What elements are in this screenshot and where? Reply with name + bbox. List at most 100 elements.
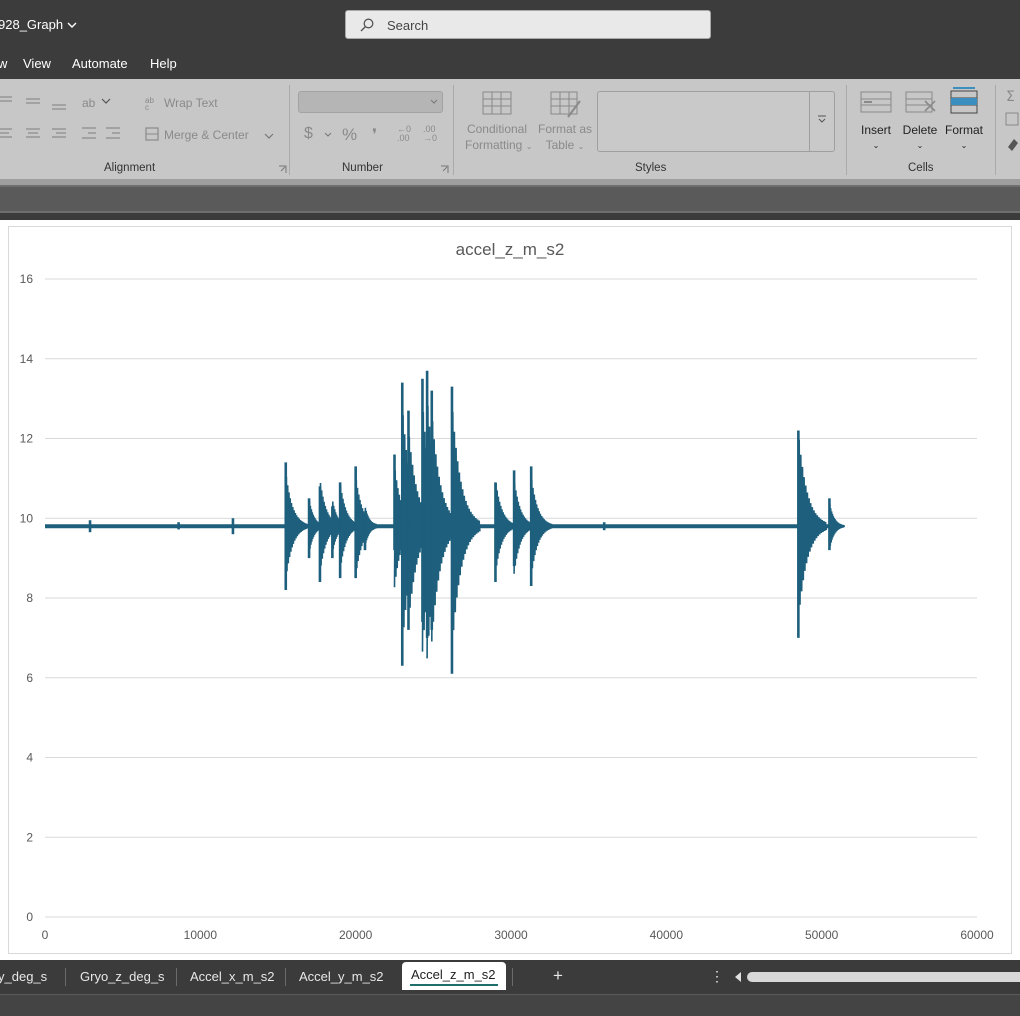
- currency-chevron-icon[interactable]: [324, 132, 332, 138]
- x-tick-label: 30000: [494, 928, 528, 942]
- increase-decimal-button[interactable]: ←0 .00: [397, 125, 417, 143]
- chevron-down-icon: ⌄: [577, 142, 585, 151]
- merge-center-button[interactable]: Merge & Center: [164, 128, 249, 142]
- x-tick-label: 10000: [184, 928, 218, 942]
- chevron-down-icon: ⌄: [960, 141, 968, 150]
- conditional-formatting-line2-text: Formatting: [465, 138, 523, 152]
- formula-bar-area: [0, 185, 1020, 213]
- menu-item-help[interactable]: Help: [150, 56, 177, 71]
- gallery-more-icon[interactable]: [817, 114, 827, 127]
- format-cells-icon: [950, 87, 978, 114]
- tab-sheet[interactable]: y_deg_s: [0, 969, 47, 984]
- currency-button[interactable]: $: [304, 125, 313, 143]
- format-button[interactable]: Format ⌄: [942, 122, 986, 154]
- indent-icons[interactable]: [80, 125, 125, 141]
- horizontal-scrollbar[interactable]: [733, 970, 1020, 984]
- percent-button[interactable]: %: [342, 125, 357, 145]
- merge-center-icon: [145, 127, 159, 141]
- document-title-text: 928_Graph: [0, 17, 64, 32]
- y-tick-label: 0: [26, 910, 33, 924]
- burst-decay: [797, 439, 828, 622]
- worksheet[interactable]: accel_z_m_s2 0 2 4 6 8 10 12 14 16 0 10000 20000 300…: [0, 220, 1020, 960]
- chevron-down-icon: ⌄: [872, 141, 880, 150]
- y-tick-label: 16: [20, 272, 34, 286]
- alignment-launcher-icon[interactable]: [278, 165, 287, 174]
- series-burst: [363, 507, 380, 551]
- y-tick-label: 14: [20, 352, 34, 366]
- merge-dropdown-chevron-icon[interactable]: [264, 132, 274, 140]
- tab-sheet[interactable]: Accel_x_m_s2: [190, 969, 275, 984]
- conditional-formatting-button[interactable]: Conditional Formatting ⌄: [465, 121, 532, 155]
- gridlines: [45, 278, 977, 918]
- number-format-dropdown[interactable]: [298, 91, 443, 113]
- conditional-formatting-line1: Conditional: [466, 122, 528, 136]
- y-tick-label: 4: [26, 751, 33, 765]
- add-sheet-button[interactable]: +: [553, 966, 563, 986]
- line-chart[interactable]: accel_z_m_s2 0 2 4 6 8 10 12 14 16 0 10000 20000 300…: [9, 227, 1011, 953]
- tab-sheet[interactable]: Gryo_z_deg_s: [80, 969, 165, 984]
- burst-decay: [364, 507, 380, 547]
- search-placeholder: Search: [387, 18, 429, 33]
- number-launcher-icon[interactable]: [440, 165, 449, 174]
- chart-area[interactable]: accel_z_m_s2 0 2 4 6 8 10 12 14 16 0 10000 20000 300…: [8, 226, 1012, 954]
- comma-button[interactable]: ❜: [372, 125, 377, 145]
- x-tick-label: 20000: [339, 928, 373, 942]
- menu-item-automate[interactable]: Automate: [72, 56, 128, 71]
- y-tick-label: 6: [26, 671, 33, 685]
- svg-text:ab: ab: [82, 96, 96, 110]
- delete-button[interactable]: Delete ⌄: [900, 122, 940, 154]
- tab-separator: [65, 968, 66, 986]
- tab-sheet[interactable]: Accel_y_m_s2: [299, 969, 384, 984]
- burst-decay: [530, 479, 553, 578]
- series-burst: [450, 386, 481, 674]
- orientation-icon[interactable]: ab: [80, 93, 112, 113]
- y-tick-label: 12: [20, 432, 34, 446]
- x-tick-label: 60000: [960, 928, 994, 942]
- search-icon: [360, 18, 374, 32]
- insert-button[interactable]: Insert ⌄: [856, 122, 896, 154]
- more-icon[interactable]: ⋮: [710, 968, 724, 985]
- menu-item-review[interactable]: w: [0, 56, 7, 71]
- burst-decay: [451, 412, 481, 652]
- gallery-divider: [809, 92, 810, 151]
- format-label: Format: [944, 123, 983, 137]
- menu-item-view[interactable]: View: [23, 56, 51, 71]
- alignment-icons[interactable]: [0, 93, 75, 159]
- delete-cells-icon: [905, 91, 936, 113]
- x-tick-label: 50000: [805, 928, 839, 942]
- editing-icons[interactable]: Σ: [1004, 87, 1020, 157]
- number-group-label: Number: [342, 162, 383, 174]
- format-as-table-button[interactable]: Format as Table ⌄: [535, 121, 595, 155]
- svg-text:c: c: [145, 103, 149, 111]
- title-bar: 928_Graph Search: [0, 0, 1020, 50]
- wrap-text-button[interactable]: Wrap Text: [164, 96, 218, 110]
- burst-decay: [285, 476, 309, 581]
- cell-styles-gallery[interactable]: [597, 91, 835, 152]
- tab-active-sheet[interactable]: Accel_z_m_s2: [402, 962, 506, 990]
- burst-decay: [494, 482, 517, 574]
- wrap-text-icon: ab c: [145, 96, 154, 111]
- chevron-down-icon: [430, 99, 438, 104]
- format-as-table-line2: Table ⌄: [535, 137, 595, 155]
- decrease-decimal-button[interactable]: .00 →0: [423, 125, 443, 143]
- x-tick-label: 0: [42, 928, 49, 942]
- chart-title: accel_z_m_s2: [456, 240, 565, 259]
- document-title[interactable]: 928_Graph: [0, 17, 77, 32]
- separator: [846, 85, 847, 175]
- insert-cells-icon: [860, 91, 892, 113]
- y-tick-label: 10: [20, 511, 34, 525]
- delete-label: Delete: [902, 123, 938, 137]
- series-burst: [529, 466, 553, 587]
- chevron-down-icon: ⌄: [916, 141, 924, 150]
- ribbon: ab ab c Wrap Text Merge & Center Alignme…: [0, 79, 1020, 179]
- active-tab-underline: [410, 984, 498, 986]
- separator: [453, 85, 454, 175]
- sheet-tab-bar: y_deg_s Gryo_z_deg_s Accel_x_m_s2 Accel_…: [0, 960, 1020, 994]
- chevron-down-icon: [67, 21, 77, 32]
- search-box[interactable]: Search: [345, 10, 711, 39]
- styles-group-label: Styles: [635, 162, 667, 174]
- x-tick-label: 40000: [650, 928, 684, 942]
- y-tick-label: 2: [26, 830, 33, 844]
- y-tick-label: 8: [26, 591, 33, 605]
- tab-separator: [285, 968, 286, 986]
